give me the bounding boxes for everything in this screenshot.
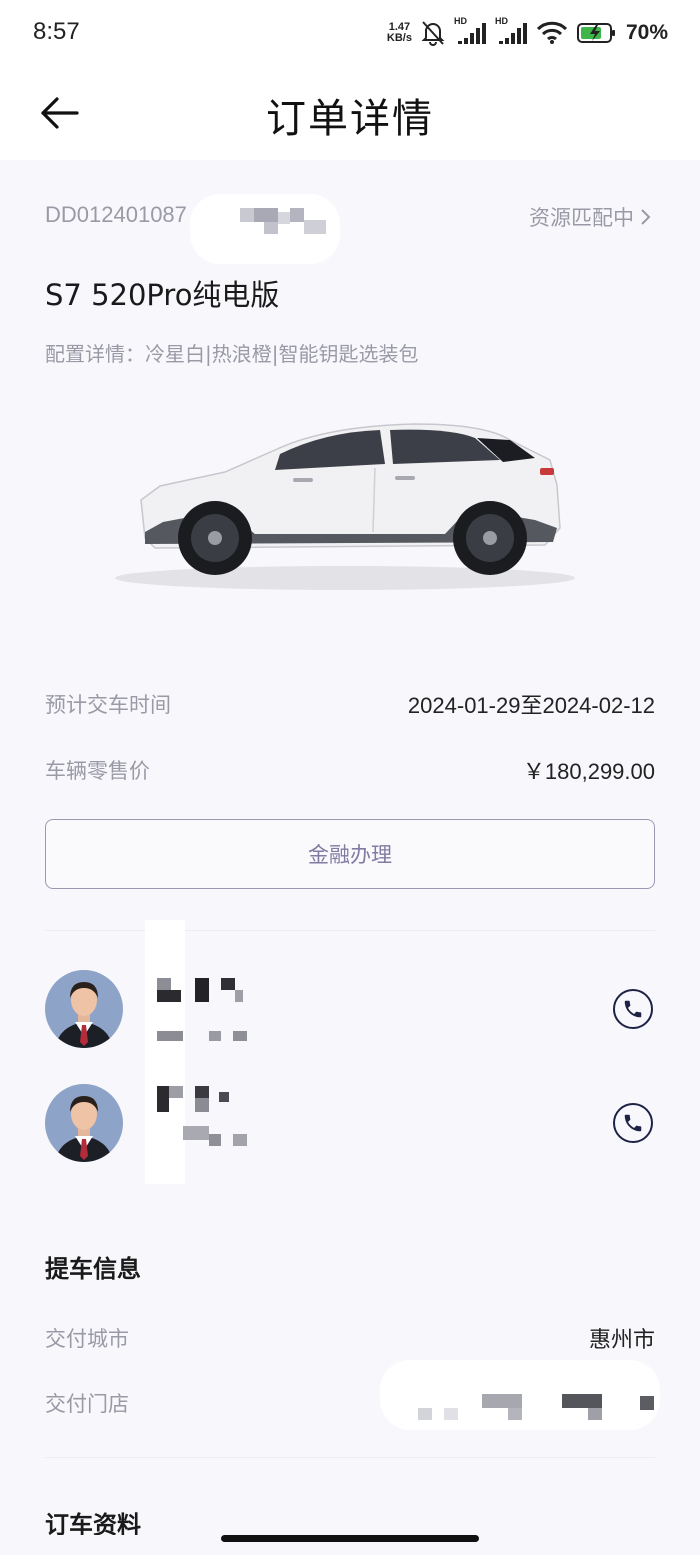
vehicle-model: S7 520Pro纯电版: [45, 278, 280, 312]
signal-icon-2: HD: [495, 16, 527, 46]
page-title: 订单详情: [266, 96, 434, 142]
order-number-redacted: [190, 194, 350, 274]
car-image: [115, 423, 575, 590]
delivery-time-value: 2024-01-29至2024-02-12: [407, 693, 655, 718]
delivery-store-redacted: [380, 1360, 660, 1430]
delivery-city-value: 惠州市: [588, 1327, 655, 1352]
delivery-city-row: 交付城市 惠州市: [45, 1322, 655, 1354]
contact-item-1: [45, 920, 655, 1120]
config-details: 配置详情：冷星白|热浪橙|智能钥匙选装包: [45, 338, 418, 367]
advisor-avatar-icon: [45, 1084, 123, 1162]
status-icons: 1.47 KB/s HD HD 70%: [387, 16, 668, 48]
delivery-city-label: 交付城市: [45, 1327, 129, 1351]
retail-price-label: 车辆零售价: [45, 759, 150, 783]
mute-bell-icon: [421, 21, 445, 46]
config-value: 冷星白|热浪橙|智能钥匙选装包: [145, 342, 419, 366]
order-number: DD012401087: [45, 202, 187, 227]
finance-button[interactable]: 金融办理: [45, 819, 655, 889]
delivery-time-label: 预计交车时间: [45, 693, 171, 717]
signal-icon-1: HD: [454, 16, 486, 46]
delivery-time-row: 预计交车时间 2024-01-29至2024-02-12: [45, 688, 655, 720]
advisor-avatar-icon: [45, 970, 123, 1048]
call-button-1[interactable]: [613, 989, 653, 1029]
wifi-icon: [536, 21, 568, 44]
contact-name-redacted: [145, 1074, 285, 1184]
divider: [45, 930, 655, 931]
divider: [45, 1457, 655, 1458]
net-speed: 1.47 KB/s: [387, 22, 412, 44]
order-docs-title: 订车资料: [45, 1511, 141, 1535]
battery-level: 70%: [625, 21, 668, 44]
retail-price-row: 车辆零售价 ￥180,299.00: [45, 754, 655, 786]
net-speed-unit: KB/s: [386, 32, 412, 44]
pickup-info-title: 提车信息: [45, 1255, 141, 1283]
call-button-2[interactable]: [613, 1103, 653, 1143]
retail-price-value: ￥180,299.00: [522, 759, 655, 784]
order-status-link[interactable]: 资源匹配中: [529, 202, 652, 232]
status-time: 8:57: [33, 18, 80, 45]
delivery-store-label: 交付门店: [45, 1392, 129, 1416]
contact-item-2: [45, 1074, 655, 1184]
chevron-right-icon: [641, 209, 651, 225]
battery-charging-icon: [576, 23, 615, 43]
phone-icon: [624, 1000, 642, 1018]
home-indicator[interactable]: [221, 1535, 479, 1542]
order-status-label: 资源匹配中: [529, 206, 634, 230]
navbar: 订单详情: [0, 66, 700, 160]
status-bar: 8:57 1.47 KB/s HD HD 70%: [0, 0, 700, 66]
config-label: 配置详情：: [45, 342, 145, 366]
phone-icon: [624, 1114, 642, 1132]
